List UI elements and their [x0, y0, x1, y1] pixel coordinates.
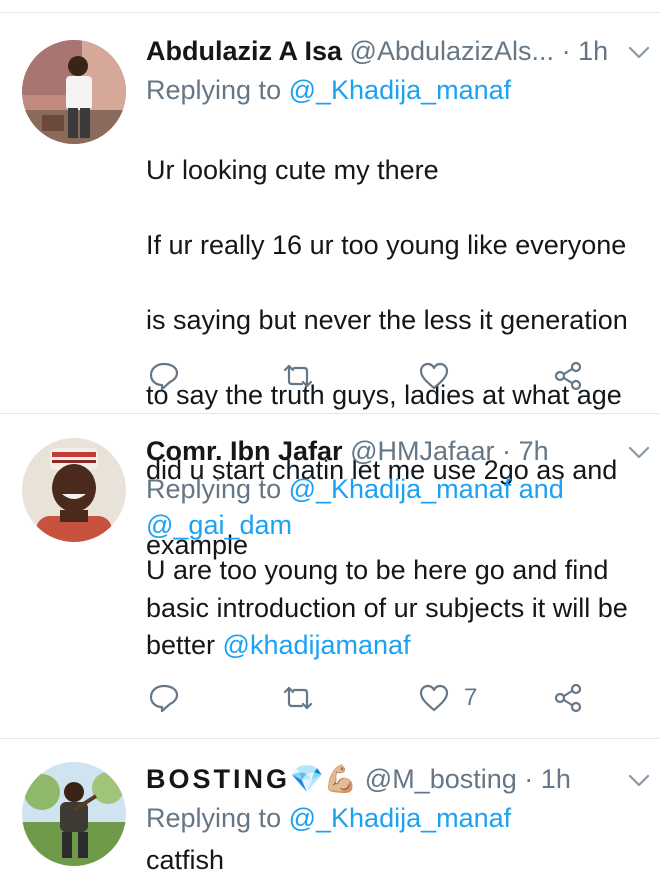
display-name-emoji: 💎💪🏼 [290, 764, 358, 794]
share-button[interactable] [552, 678, 584, 718]
reply-mention[interactable]: @_Khadija_manaf and [289, 474, 564, 504]
tweet-text: U are too young to be here go and find b… [146, 552, 660, 665]
avatar[interactable] [22, 762, 126, 866]
like-icon [419, 684, 449, 712]
reply-mention[interactable]: @_Khadija_manaf [289, 75, 512, 105]
reply-mention-2[interactable]: @_gai_dam [146, 507, 650, 543]
like-button[interactable]: 7 [418, 678, 477, 718]
separator-dot: · [561, 36, 571, 66]
tweet-text-line: If ur really 16 ur too young like everyo… [146, 229, 627, 260]
tweet-text-line: is saying but never the less it generati… [146, 304, 628, 335]
replying-to: Replying to @_Khadija_manaf [146, 800, 650, 836]
like-button[interactable] [418, 356, 450, 396]
replying-to: Replying to @_Khadija_manaf and @_gai_da… [146, 471, 650, 543]
display-name[interactable]: Comr. Ibn Jafar [146, 436, 343, 466]
retweet-button[interactable] [282, 678, 314, 718]
tweet-1[interactable]: Abdulaziz A Isa @AbdulazizAls... · 1h Re… [0, 0, 660, 560]
timestamp[interactable]: 1h [578, 36, 608, 66]
body-mention[interactable]: @khadijamanaf [223, 630, 411, 660]
reply-mention[interactable]: @_Khadija_manaf [289, 803, 512, 833]
tweet-header: Comr. Ibn Jafar @HMJafaar · 7h [146, 434, 616, 468]
like-count: 7 [464, 684, 478, 711]
share-icon [554, 683, 582, 713]
replying-to-label: Replying to [146, 75, 282, 105]
reply-icon [149, 362, 179, 391]
tweet-text: catfish [146, 845, 225, 875]
display-name[interactable]: BOSTING [146, 764, 290, 794]
reply-icon [149, 684, 179, 713]
replying-to: Replying to @_Khadija_manaf [146, 72, 650, 108]
separator-dot: · [502, 436, 512, 466]
display-name[interactable]: Abdulaziz A Isa [146, 36, 342, 66]
retweet-icon [283, 364, 313, 388]
like-icon [419, 362, 449, 390]
tweet-header: BOSTING💎💪🏼 @M_bosting · 1h [146, 762, 616, 796]
share-icon [554, 361, 582, 391]
tweet-3[interactable]: BOSTING💎💪🏼 @M_bosting · 1h Replying to @… [0, 740, 660, 894]
timestamp[interactable]: 7h [519, 436, 549, 466]
replying-to-label: Replying to [146, 803, 282, 833]
replying-to-label: Replying to [146, 474, 282, 504]
tweet-text-line: U are too young to be here go and find [146, 555, 609, 585]
action-bar [146, 356, 616, 396]
caret-down-icon[interactable] [628, 446, 650, 460]
caret-down-icon[interactable] [628, 46, 650, 60]
caret-down-icon[interactable] [628, 774, 650, 788]
reply-button[interactable] [148, 678, 180, 718]
username[interactable]: @HMJafaar [350, 436, 494, 466]
share-button[interactable] [552, 356, 584, 396]
separator-dot: · [524, 764, 534, 794]
tweet-header: Abdulaziz A Isa @AbdulazizAls... · 1h [146, 34, 616, 68]
tweet-text-line: Ur looking cute my there [146, 154, 439, 185]
action-bar: 7 [146, 678, 616, 718]
username[interactable]: @M_bosting [365, 764, 517, 794]
avatar[interactable] [22, 40, 126, 144]
tweet-text-segment: better [146, 630, 223, 660]
tweet-divider [0, 738, 660, 739]
retweet-icon [283, 686, 313, 710]
tweet-2[interactable]: Comr. Ibn Jafar @HMJafaar · 7h Replying … [0, 414, 660, 740]
reply-button[interactable] [148, 356, 180, 396]
tweet-text-line: better @khadijamanaf [146, 627, 660, 665]
avatar[interactable] [22, 438, 126, 542]
retweet-button[interactable] [282, 356, 314, 396]
tweet-text-line: basic introduction of ur subjects it wil… [146, 592, 628, 623]
timestamp[interactable]: 1h [541, 764, 571, 794]
username[interactable]: @AbdulazizAls... [350, 36, 555, 66]
